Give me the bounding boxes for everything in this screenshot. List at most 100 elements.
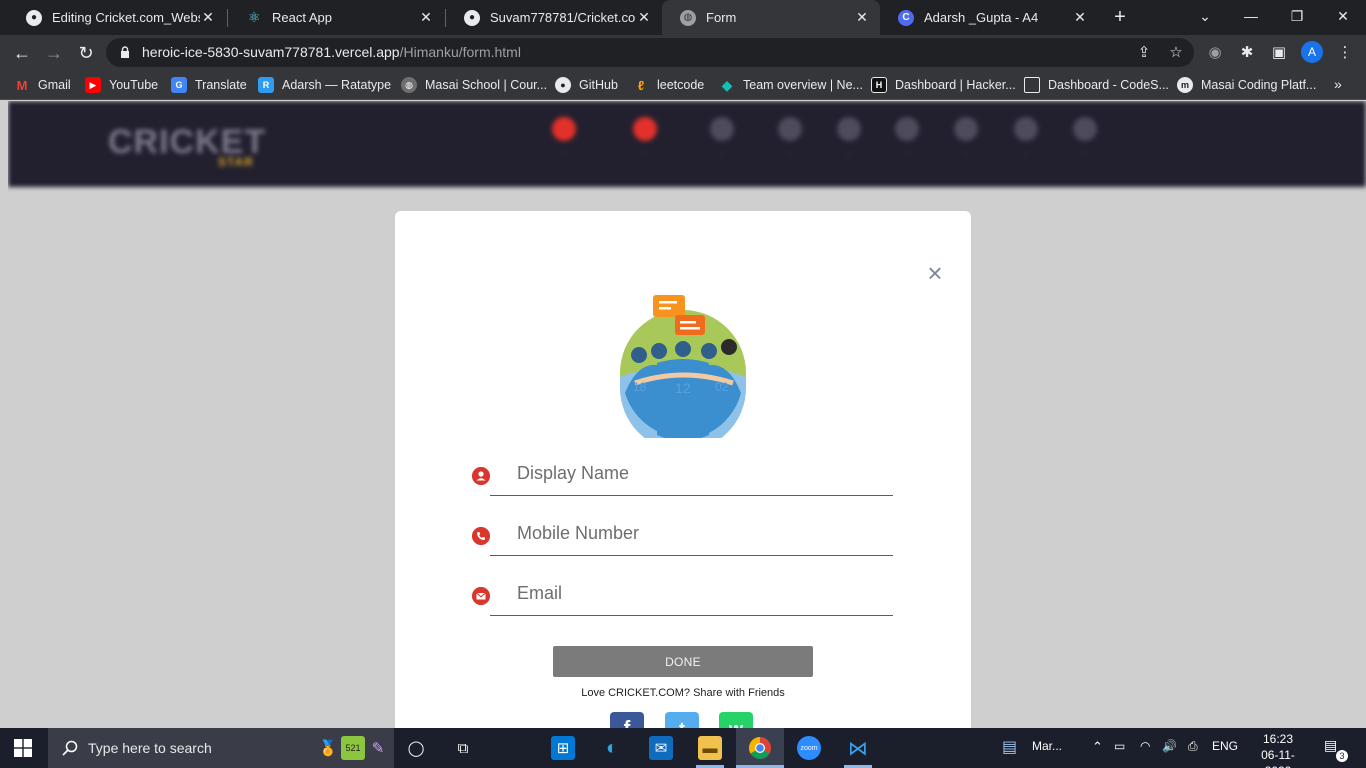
back-button[interactable]: ← — [9, 40, 35, 66]
meet-icon[interactable]: ⎙ — [1188, 739, 1198, 754]
close-icon[interactable]: × — [923, 260, 947, 286]
page-viewport: CRICKET STAR ·· ·· ·· ·· ·· ·· ·· ·· ·· … — [8, 101, 1366, 728]
tab-react-app[interactable]: ⚛ React App ✕ — [228, 0, 444, 35]
nav-item[interactable]: ·· — [941, 117, 991, 158]
bookmark-masai-school[interactable]: ◍ Masai School | Cour... — [401, 76, 547, 94]
medal-icon[interactable]: 🏅 — [316, 736, 340, 760]
restore-button[interactable]: ❐ — [1282, 4, 1312, 28]
bookmark-team-overview[interactable]: ◆ Team overview | Ne... — [719, 76, 863, 94]
bookmark-gmail[interactable]: M Gmail — [14, 76, 71, 94]
tab-suvam-repo[interactable]: ● Suvam778781/Cricket.com_W ✕ — [446, 0, 662, 35]
globe-icon: ◍ — [401, 77, 417, 93]
calendar-icon[interactable]: 521 — [341, 736, 365, 760]
close-icon[interactable]: ✕ — [418, 9, 434, 26]
clock[interactable]: 16:23 06-11-2022 — [1248, 731, 1308, 768]
user-icon — [472, 467, 490, 485]
battery-icon[interactable]: ▭ — [1114, 739, 1125, 753]
forward-button[interactable]: → — [41, 40, 67, 66]
square-icon — [1024, 77, 1040, 93]
address-bar[interactable]: heroic-ice-5830-suvam778781.vercel.app/H… — [106, 38, 1194, 67]
tab-title: Editing Cricket.com_Website — [52, 10, 200, 25]
nav-item[interactable]: ·· — [539, 117, 589, 158]
nav-item[interactable]: ·· — [620, 117, 670, 158]
nav-item[interactable]: ·· — [765, 117, 815, 158]
profile-avatar[interactable]: A — [1301, 41, 1323, 63]
nav-item[interactable]: ·· — [882, 117, 932, 158]
language-indicator[interactable]: ENG — [1212, 739, 1238, 753]
nav-label: ·· — [1082, 149, 1088, 158]
site-header: CRICKET STAR ·· ·· ·· ·· ·· ·· ·· ·· ·· — [8, 101, 1366, 187]
pinned-app-label[interactable]: Mar... — [1032, 739, 1062, 753]
chevron-up-icon[interactable]: ⌃ — [1092, 739, 1103, 755]
notes-icon[interactable]: ▤ — [1002, 737, 1017, 757]
nav-item[interactable]: ·· — [697, 117, 747, 158]
minimize-button[interactable]: — — [1236, 4, 1266, 28]
email-input[interactable] — [490, 571, 893, 616]
nav-icon — [1073, 117, 1097, 141]
display-name-input[interactable] — [490, 451, 893, 496]
github-icon: ● — [464, 9, 480, 26]
mobile-number-input[interactable] — [490, 511, 893, 556]
menu-icon[interactable]: ⋮ — [1334, 42, 1356, 64]
volume-icon[interactable]: 🔊 — [1162, 739, 1177, 753]
tab-form[interactable]: ◍ Form ✕ — [662, 0, 880, 35]
bookmark-ratatype[interactable]: R Adarsh — Ratatype — [258, 76, 391, 94]
new-tab-button[interactable]: + — [1110, 6, 1130, 28]
edge-icon[interactable]: ◐ — [600, 736, 624, 760]
sneaker-icon[interactable]: ✎ — [366, 736, 390, 760]
zoom-icon[interactable]: zoom — [797, 736, 821, 760]
close-icon[interactable]: ✕ — [854, 9, 870, 26]
side-panel-icon[interactable]: ▣ — [1268, 42, 1290, 64]
bookmark-leetcode[interactable]: ℓ leetcode — [633, 76, 704, 94]
close-icon[interactable]: ✕ — [200, 9, 216, 26]
nav-label: ·· — [642, 149, 648, 158]
browser-toolbar: ← → ↻ heroic-ice-5830-suvam778781.vercel… — [0, 35, 1366, 70]
bookmark-codesignal[interactable]: Dashboard - CodeS... — [1024, 76, 1169, 94]
bookmark-github[interactable]: ● GitHub — [555, 76, 618, 94]
bookmarks-overflow-icon[interactable]: » — [1334, 76, 1342, 92]
tab-title: Form — [706, 10, 737, 25]
facebook-share-icon[interactable]: f — [610, 712, 644, 728]
twitter-share-icon[interactable]: t — [665, 712, 699, 728]
extensions-icon[interactable]: ✱ — [1236, 42, 1258, 64]
task-view-icon[interactable]: ⧉ — [451, 736, 475, 760]
chrome-icon[interactable] — [748, 736, 772, 760]
bookmark-star-icon[interactable]: ☆ — [1166, 43, 1186, 63]
nav-item[interactable]: ·· — [824, 117, 874, 158]
whatsapp-share-icon[interactable]: w — [719, 712, 753, 728]
bookmark-translate[interactable]: G Translate — [171, 76, 247, 94]
close-icon[interactable]: ✕ — [1072, 9, 1088, 26]
nav-item[interactable]: ·· — [1001, 117, 1051, 158]
close-icon[interactable]: ✕ — [636, 9, 652, 26]
svg-text:18: 18 — [633, 380, 647, 394]
grammarly-extension-icon[interactable]: ◉ — [1204, 42, 1226, 64]
svg-text:12: 12 — [675, 380, 691, 396]
done-button[interactable]: DONE — [553, 646, 813, 677]
bookmark-masai-coding[interactable]: m Masai Coding Platf... — [1177, 76, 1316, 94]
site-logo[interactable]: CRICKET STAR — [108, 123, 266, 169]
tab-search-icon[interactable]: ⌄ — [1190, 4, 1220, 28]
reload-button[interactable]: ↻ — [73, 40, 99, 66]
tab-adarsh-a4[interactable]: C Adarsh _Gupta - A4 ✕ — [880, 0, 1098, 35]
nav-label: ·· — [963, 149, 969, 158]
notification-center-icon[interactable]: ▤ — [1324, 737, 1337, 754]
taskbar-search[interactable]: Type here to search 🏅 521 ✎ — [48, 728, 394, 768]
cortana-icon[interactable]: ◯ — [404, 736, 428, 760]
bookmark-label: Dashboard - CodeS... — [1048, 78, 1169, 92]
mobile-number-field — [470, 511, 893, 557]
share-icon[interactable]: ⇪ — [1134, 43, 1154, 63]
mail-app-icon[interactable]: ✉ — [649, 736, 673, 760]
wifi-icon[interactable]: ◠ — [1140, 739, 1150, 753]
diamond-icon: ◆ — [721, 76, 733, 93]
bookmark-label: Dashboard | Hacker... — [895, 78, 1016, 92]
bookmark-youtube[interactable]: ▶ YouTube — [85, 76, 158, 94]
window-close-button[interactable]: ✕ — [1328, 4, 1358, 28]
store-icon[interactable]: ⊞ — [551, 736, 575, 760]
bookmark-hackerrank[interactable]: H Dashboard | Hacker... — [871, 76, 1016, 94]
vscode-icon[interactable]: ⋈ — [846, 736, 870, 760]
nav-item[interactable]: ·· — [1060, 117, 1110, 158]
tab-editing-cricket[interactable]: ● Editing Cricket.com_Website ✕ — [8, 0, 226, 35]
windows-start-icon[interactable] — [14, 739, 32, 757]
file-explorer-icon[interactable]: ▬ — [698, 736, 722, 760]
nav-icon — [1014, 117, 1038, 141]
